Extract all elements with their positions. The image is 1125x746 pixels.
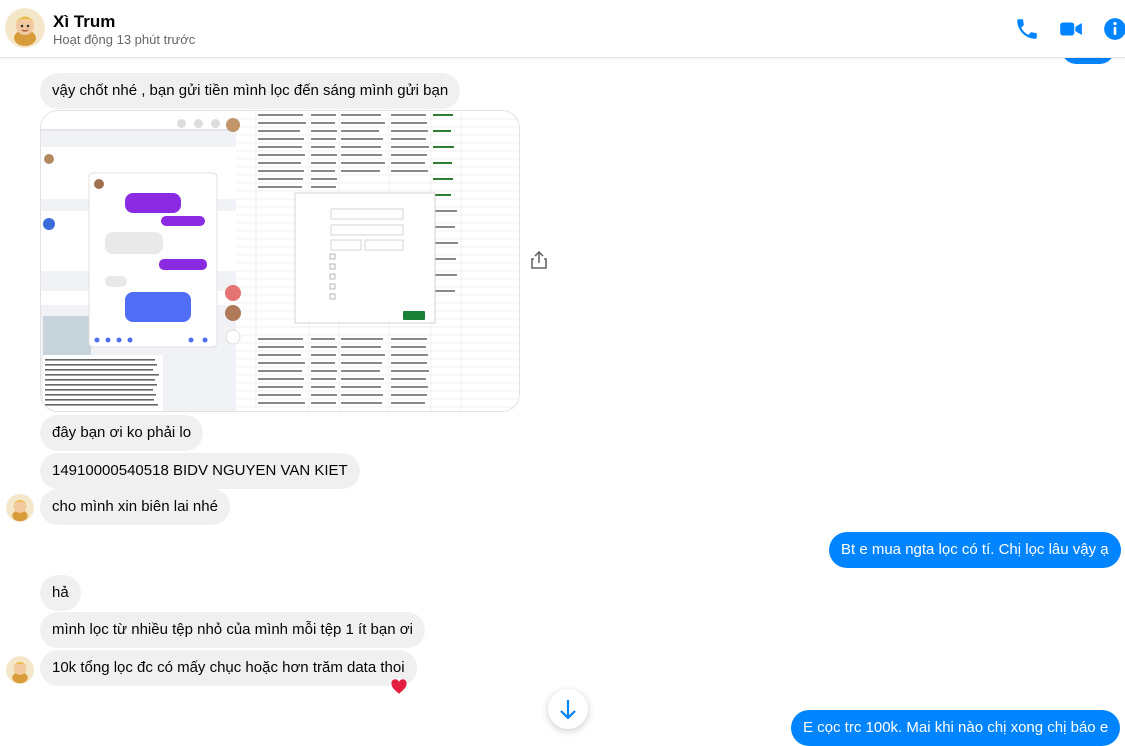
contact-avatar[interactable] <box>5 8 45 48</box>
message-incoming[interactable]: mình lọc từ nhiều tệp nhỏ của mình mỗi t… <box>40 612 425 648</box>
message-outgoing[interactable]: Bt e mua ngta lọc có tí. Chị lọc lâu vậy… <box>829 532 1121 568</box>
message-incoming[interactable]: đây bạn ơi ko phải lo <box>40 415 204 451</box>
arrow-down-icon <box>560 700 576 720</box>
chat-header: Xì Trum Hoạt động 13 phút trước <box>0 0 1125 58</box>
scroll-to-bottom-button[interactable] <box>548 689 588 729</box>
message-incoming[interactable]: hả <box>40 575 81 611</box>
message-outgoing[interactable]: E cọc trc 100k. Mai khi nào chị xong chị… <box>791 710 1121 746</box>
video-icon[interactable] <box>1058 16 1084 42</box>
info-icon[interactable] <box>1102 16 1125 42</box>
contact-status: Hoạt động 13 phút trước <box>53 32 196 47</box>
message-incoming[interactable]: 10k tổng lọc đc có mấy chục hoặc hơn tră… <box>40 650 417 686</box>
sender-avatar[interactable] <box>6 494 34 522</box>
message-image-attachment[interactable] <box>40 110 520 412</box>
contact-name[interactable]: Xì Trum <box>53 12 115 32</box>
message-incoming[interactable]: 14910000540518 BIDV NGUYEN VAN KIET <box>40 453 360 489</box>
heart-icon[interactable] <box>390 678 408 696</box>
screenshot-image <box>41 111 519 411</box>
phone-icon[interactable] <box>1014 16 1040 42</box>
message-incoming[interactable]: cho mình xin biên lai nhé <box>40 489 230 525</box>
share-icon[interactable] <box>530 250 548 270</box>
sender-avatar[interactable] <box>6 656 34 684</box>
message-incoming[interactable]: vậy chốt nhé , bạn gửi tiền mình lọc đến… <box>40 73 461 109</box>
